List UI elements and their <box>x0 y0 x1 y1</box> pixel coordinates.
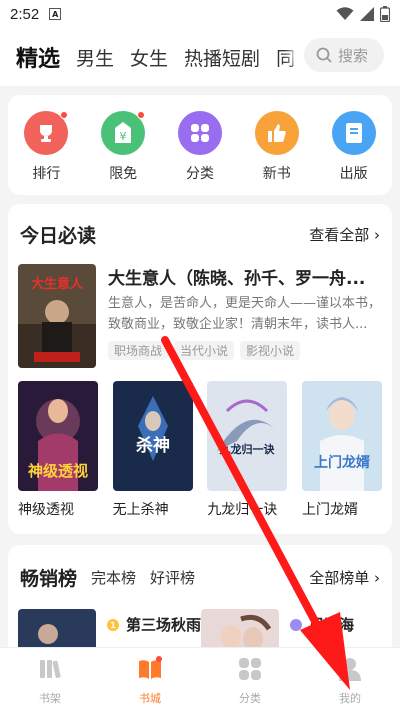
signal-icon <box>360 7 374 21</box>
tab-completed-ranking[interactable]: 完本榜 <box>91 567 136 588</box>
tag[interactable]: 当代小说 <box>174 341 235 360</box>
book-cover: 杀神 <box>112 381 193 491</box>
category-free[interactable]: ¥ 限免 <box>93 111 153 195</box>
svg-text:神级透视: 神级透视 <box>28 462 88 480</box>
book-title: 神级透视 <box>18 502 74 518</box>
thumbs-up-icon <box>254 111 299 155</box>
featured-book-description: 生意人，是苦命人，更是天命人——谨以本书，致敬商业，致敬企业家！清朝末年，读书人… <box>108 296 382 332</box>
category-categories[interactable]: 分类 <box>170 111 230 195</box>
bookshelf-icon <box>40 660 61 679</box>
book-card[interactable]: 九龙归一诀 九龙归一诀 <box>207 381 288 519</box>
book-title: 无上杀神 <box>112 502 169 518</box>
featured-book-tags: 职场商战 当代小说 影视小说 <box>108 341 382 360</box>
tab-male[interactable]: 男生 <box>76 44 114 71</box>
category-published[interactable]: 出版 <box>324 111 384 195</box>
section-title: 今日必读 <box>20 221 96 248</box>
book-cover: 上门龙婿 <box>301 381 382 491</box>
medal-icon: 1 <box>107 619 119 631</box>
featured-book[interactable]: 大生意人 大生意人（陈晓、孙千、罗一舟... 生意人，是苦命人，更是天命人——谨… <box>8 264 392 369</box>
notification-icon: A <box>49 8 62 20</box>
top-navigation: 精选 男生 女生 热播短剧 同 搜索 <box>0 28 400 86</box>
tag[interactable]: 职场商战 <box>108 341 169 360</box>
book-card[interactable]: 杀神 无上杀神 <box>112 381 193 519</box>
svg-text:杀神: 杀神 <box>136 435 170 456</box>
book-grid: 神级透视 神级透视 杀神 无上杀神 九龙归一诀 九龙归一诀 上门龙婿 上门龙婿 <box>8 381 392 519</box>
profile-icon <box>339 658 361 681</box>
battery-icon <box>380 6 390 22</box>
search-box[interactable]: 搜索 <box>304 38 384 72</box>
svg-text:九龙归一诀: 九龙归一诀 <box>219 442 276 456</box>
category-icon <box>239 658 261 680</box>
bottom-tab-bar: 书架 书城 分类 我的 <box>0 647 400 712</box>
ranking-title: 第三场秋雨 <box>126 615 202 634</box>
grid-icon <box>177 111 222 155</box>
book-icon <box>331 111 376 155</box>
book-cover: 神级透视 <box>18 381 98 491</box>
section-title: 畅销榜 <box>20 564 77 591</box>
search-icon <box>316 47 332 63</box>
status-time: 2:52 <box>10 5 40 23</box>
tab-featured[interactable]: 精选 <box>16 41 60 73</box>
see-all-link[interactable]: 查看全部 › <box>309 224 380 245</box>
svg-text:大生意人: 大生意人 <box>31 276 84 292</box>
tab-profile[interactable]: 我的 <box>300 648 400 712</box>
category-ranking[interactable]: 排行 <box>16 111 76 195</box>
book-cover: 九龙归一诀 <box>207 381 288 491</box>
today-must-read-section: 今日必读 查看全部 › 大生意人 大生意人（陈晓、孙千、罗一舟... 生意人，是… <box>8 204 392 534</box>
trophy-icon <box>24 111 69 155</box>
wifi-icon <box>336 7 354 20</box>
book-title: 上门龙婿 <box>301 502 358 518</box>
featured-book-title: 大生意人（陈晓、孙千、罗一舟... <box>108 269 366 289</box>
category-shortcuts: 排行 ¥ 限免 分类 新书 出版 <box>8 95 392 195</box>
book-title: 九龙归一诀 <box>207 502 278 518</box>
book-card[interactable]: 上门龙婿 上门龙婿 <box>301 381 382 519</box>
book-card[interactable]: 神级透视 神级透视 <box>18 381 98 519</box>
ranking-title: 尽江海 <box>309 615 355 634</box>
status-bar: 2:52 A <box>0 0 400 28</box>
category-new-books[interactable]: 新书 <box>247 111 307 195</box>
tab-short-drama[interactable]: 热播短剧 <box>184 44 260 71</box>
svg-text:1: 1 <box>110 621 116 630</box>
book-cover: 大生意人 <box>18 264 96 368</box>
tab-more[interactable]: 同 <box>276 44 295 71</box>
tab-bookstore[interactable]: 书城 <box>100 648 200 712</box>
tab-top-rated-ranking[interactable]: 好评榜 <box>150 567 195 588</box>
tag-icon: ¥ <box>101 111 146 155</box>
tab-bookshelf[interactable]: 书架 <box>0 648 100 712</box>
medal-icon <box>290 619 303 631</box>
bookstore-icon <box>139 656 162 679</box>
svg-text:¥: ¥ <box>120 130 127 143</box>
all-rankings-link[interactable]: 全部榜单 › <box>309 567 380 588</box>
svg-text:上门龙婿: 上门龙婿 <box>314 454 371 471</box>
tab-female[interactable]: 女生 <box>130 44 168 71</box>
search-placeholder: 搜索 <box>338 46 369 65</box>
tag[interactable]: 影视小说 <box>240 341 301 360</box>
tab-category[interactable]: 分类 <box>200 648 300 712</box>
